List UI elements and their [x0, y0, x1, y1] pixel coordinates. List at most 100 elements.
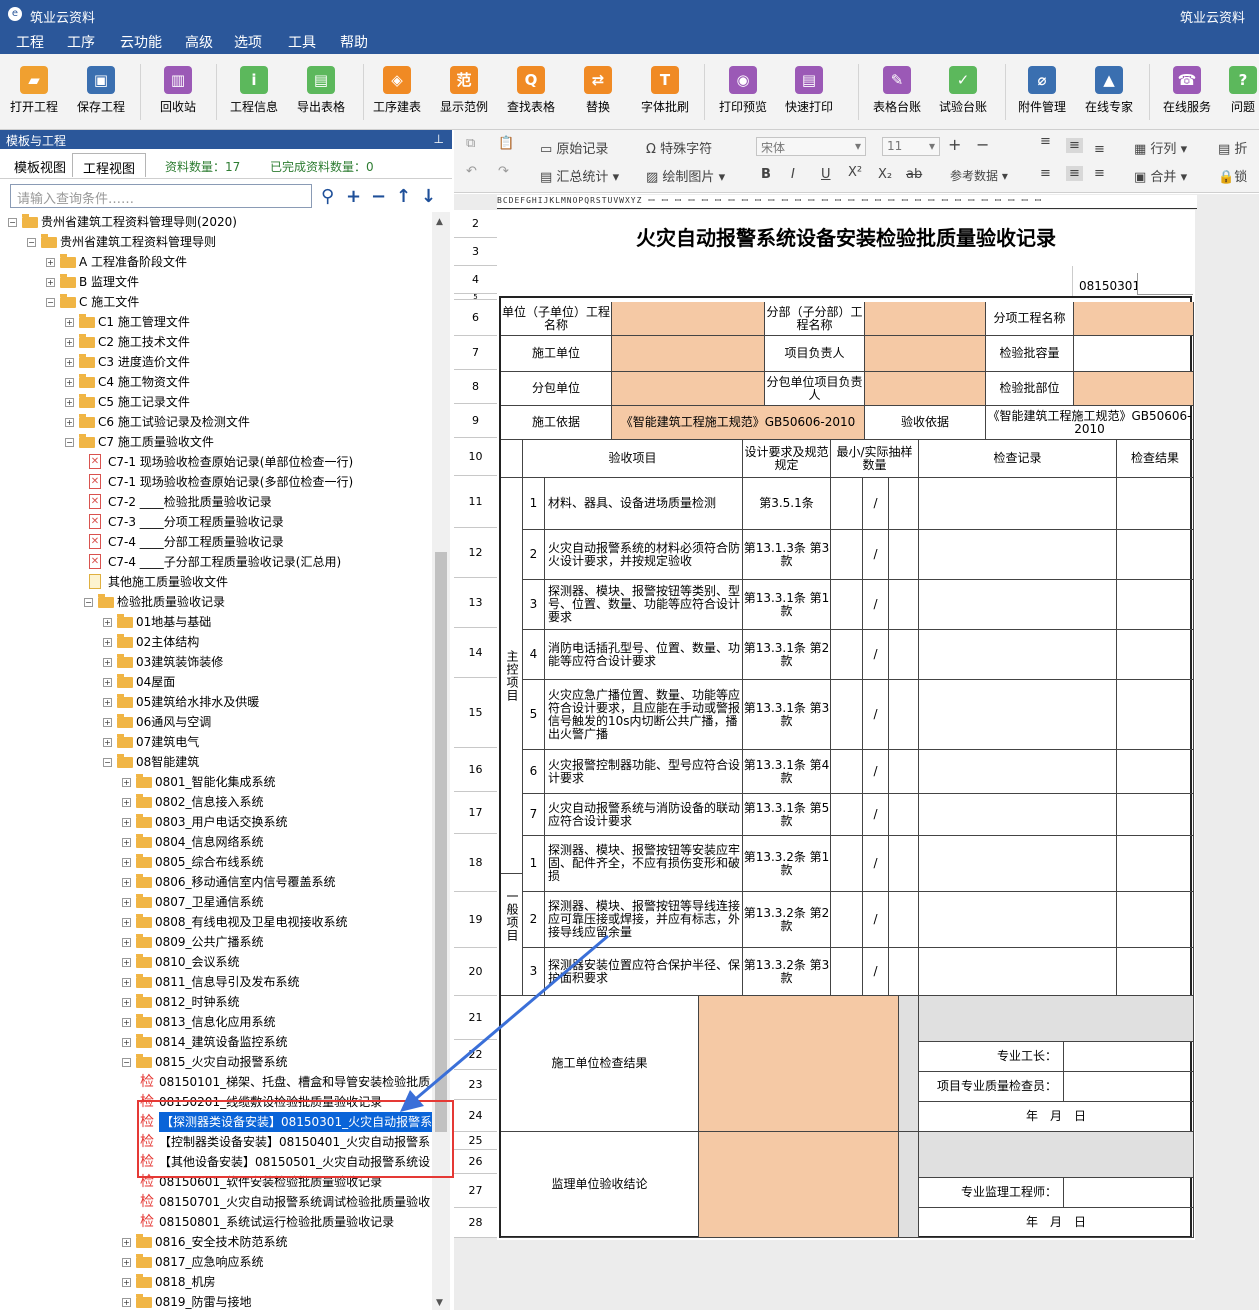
expand-icon[interactable]: + [122, 938, 131, 947]
align-right-icon[interactable]: ≡ [1094, 166, 1105, 181]
tree-node[interactable]: + C1 施工管理文件 [0, 312, 440, 332]
toolbar-button-2[interactable]: ▥ 回收站 [148, 66, 208, 115]
scroll-down-icon[interactable]: ▼ [436, 1298, 443, 1308]
tree-node[interactable]: +0819_防雷与接地 [0, 1292, 440, 1310]
row-number[interactable]: 18 [454, 834, 497, 892]
toolbar-button-11[interactable]: ▤ 快速打印 [779, 66, 839, 115]
supervisor-engineer-input[interactable] [1064, 1178, 1194, 1208]
tree-node[interactable]: + C6 施工试验记录及检测文件 [0, 412, 440, 432]
expand-icon[interactable]: + [65, 318, 74, 327]
expand-icon[interactable]: + [65, 338, 74, 347]
main-item-result-input[interactable] [1117, 530, 1194, 580]
row-number[interactable]: 2 [454, 210, 497, 238]
toolbar-button-6[interactable]: 范显示范例 [434, 66, 494, 115]
expand-icon[interactable]: + [103, 718, 112, 727]
expand-icon[interactable]: + [65, 378, 74, 387]
tree-node[interactable]: +0814_建筑设备监控系统 [0, 1032, 440, 1052]
general-item-actual-input[interactable] [889, 892, 919, 948]
main-item-actual-input[interactable] [889, 750, 919, 794]
expand-icon[interactable]: + [122, 858, 131, 867]
capacity-input[interactable] [1074, 336, 1194, 372]
general-item-min-input[interactable] [831, 948, 863, 996]
tree-node[interactable]: − 0815_火灾自动报警系统 [0, 1052, 440, 1072]
menu-project[interactable]: 工程 [16, 32, 44, 52]
row-number[interactable]: 3 [454, 238, 497, 266]
main-item-result-input[interactable] [1117, 680, 1194, 750]
search-icon[interactable]: ⚲ [321, 186, 334, 207]
main-item-record-input[interactable] [919, 530, 1117, 580]
row-number[interactable]: 27 [454, 1174, 497, 1208]
tree-node[interactable]: +0804_信息网络系统 [0, 832, 440, 852]
toolbar-button-12[interactable]: ✎ 表格台账 [867, 66, 927, 115]
expand-icon[interactable]: + [103, 678, 112, 687]
main-item-min-input[interactable] [831, 580, 863, 630]
font-shrink-icon[interactable]: − [976, 135, 989, 154]
main-item-actual-input[interactable] [889, 794, 919, 836]
subdivision-name-input[interactable] [865, 302, 986, 336]
superscript-button[interactable]: X² [848, 165, 862, 180]
font-grow-icon[interactable]: + [948, 135, 961, 154]
tree-node[interactable]: − 贵州省建筑工程资料管理导则 [0, 232, 440, 252]
general-item-record-input[interactable] [919, 836, 1117, 892]
toolbar-button-3[interactable]: i 工程信息 [224, 66, 284, 115]
align-top-right-icon[interactable]: ≡ [1094, 142, 1105, 157]
tree-node[interactable]: +0813_信息化应用系统 [0, 1012, 440, 1032]
location-input[interactable] [1074, 372, 1194, 406]
add-icon[interactable]: + [346, 186, 361, 207]
tree-node[interactable]: ✕ C7-4 ____子分部工程质量验收记录(汇总用) [0, 552, 440, 572]
toolbar-button-16[interactable]: ☎ 在线服务 [1157, 66, 1217, 115]
tree-node[interactable]: +0803_用户电话交换系统 [0, 812, 440, 832]
search-input[interactable]: 请输入查询条件…… [10, 184, 312, 208]
row-number[interactable]: 8 [454, 370, 497, 404]
tree-node[interactable]: +0807_卫星通信系统 [0, 892, 440, 912]
expand-icon[interactable]: + [122, 978, 131, 987]
toolbar-button-8[interactable]: ⇄ 替换 [568, 66, 628, 115]
fold-button[interactable]: ▤ 折 [1218, 138, 1247, 157]
tree-node[interactable]: +0818_机房 [0, 1272, 440, 1292]
copy-icon[interactable]: ⧉ [466, 136, 475, 151]
row-number[interactable]: 14 [454, 628, 497, 678]
toolbar-button-9[interactable]: T 字体批刷 [635, 66, 695, 115]
tree-node[interactable]: ✕ C7-2 ____检验批质量验收记录 [0, 492, 440, 512]
general-item-result-input[interactable] [1117, 836, 1194, 892]
foreman-input[interactable] [1064, 1042, 1194, 1072]
sub-pm-input[interactable] [865, 372, 986, 406]
expand-icon[interactable]: + [103, 638, 112, 647]
expand-icon[interactable]: + [122, 1278, 131, 1287]
expand-icon[interactable]: + [122, 898, 131, 907]
menu-advanced[interactable]: 高级 [185, 32, 213, 52]
expand-icon[interactable]: + [122, 1298, 131, 1307]
subcontractor-input[interactable] [612, 372, 765, 406]
row-number[interactable]: 12 [454, 528, 497, 578]
main-item-min-input[interactable] [831, 680, 863, 750]
italic-button[interactable]: I [791, 167, 795, 182]
general-item-result-input[interactable] [1117, 948, 1194, 996]
row-number[interactable]: 4 [454, 266, 497, 294]
expand-icon[interactable]: + [122, 1258, 131, 1267]
tree-node[interactable]: +0801_智能化集成系统 [0, 772, 440, 792]
contractor-input[interactable] [612, 336, 765, 372]
expand-icon[interactable]: + [46, 278, 55, 287]
arrow-up-icon[interactable]: ↑ [396, 186, 411, 207]
collapse-icon[interactable]: − [84, 598, 93, 607]
special-char-button[interactable]: Ω 特殊字符 [646, 138, 712, 157]
undo-icon[interactable]: ↶ [466, 164, 477, 179]
main-item-record-input[interactable] [919, 680, 1117, 750]
menu-process[interactable]: 工序 [67, 32, 95, 52]
tree-node[interactable]: +0802_信息接入系统 [0, 792, 440, 812]
expand-icon[interactable]: + [103, 738, 112, 747]
tree-node[interactable]: − 检验批质量验收记录 [0, 592, 440, 612]
toolbar-button-1[interactable]: ▣ 保存工程 [71, 66, 131, 115]
tab-project-view[interactable]: 工程视图 [72, 153, 147, 177]
expand-icon[interactable]: + [103, 618, 112, 627]
tree-node[interactable]: + C3 进度造价文件 [0, 352, 440, 372]
underline-button[interactable]: U [821, 167, 831, 182]
tree-node[interactable]: +0809_公共广播系统 [0, 932, 440, 952]
expand-icon[interactable]: + [65, 358, 74, 367]
paste-icon[interactable]: 📋 [498, 136, 514, 151]
tree-node[interactable]: +0817_应急响应系统 [0, 1252, 440, 1272]
main-item-record-input[interactable] [919, 478, 1117, 530]
row-number[interactable]: 13 [454, 578, 497, 628]
align-top-center-icon[interactable]: ≡ [1066, 138, 1083, 153]
tree-node[interactable]: ✕ C7-1 现场验收检查原始记录(单部位检查一行) [0, 452, 440, 472]
